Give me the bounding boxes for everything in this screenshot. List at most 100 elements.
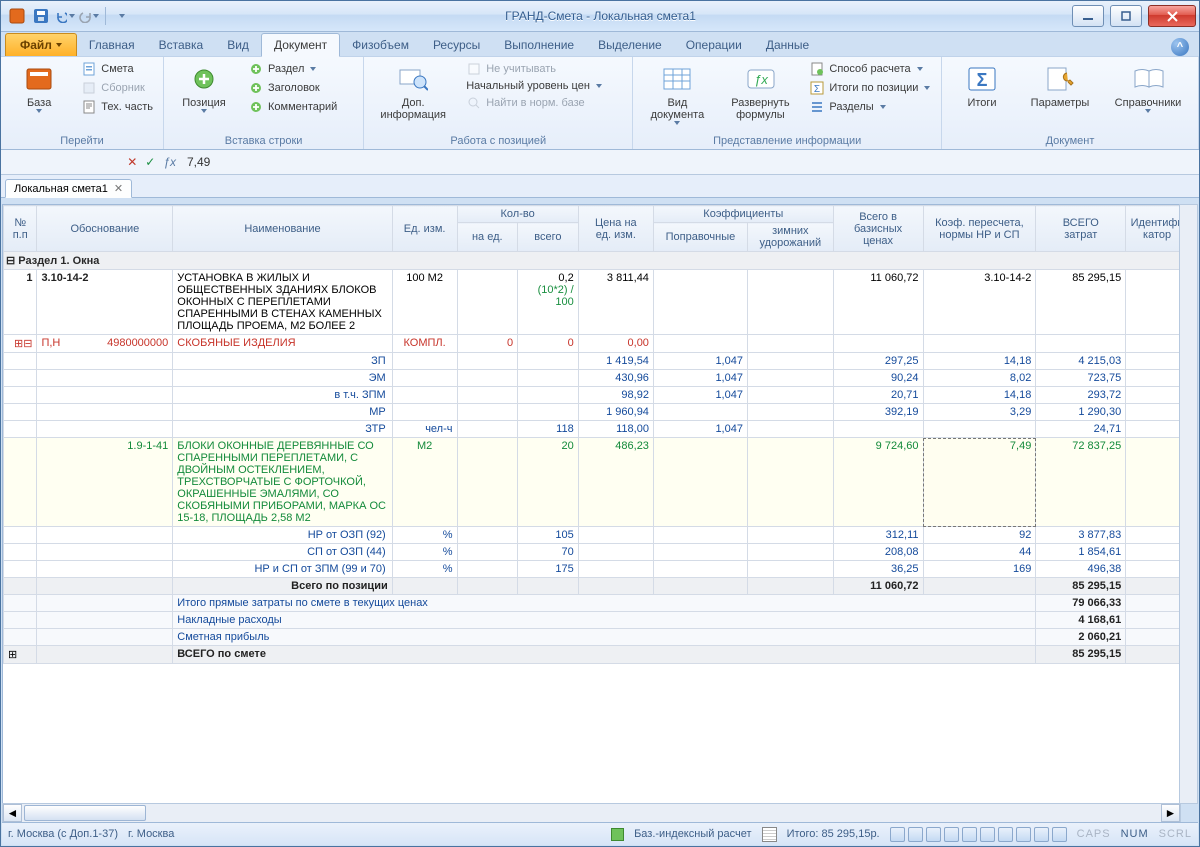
accept-fx-icon[interactable]: ✓ — [145, 155, 155, 169]
calc-mode-label[interactable]: Баз.-индексный расчет — [634, 828, 751, 840]
tab-insert[interactable]: Вставка — [147, 34, 216, 56]
status-icon[interactable] — [1052, 827, 1067, 842]
app-icon[interactable] — [7, 6, 27, 26]
minimize-button[interactable] — [1072, 5, 1104, 27]
plus-icon — [188, 63, 220, 95]
calc-mode-button[interactable]: Способ расчета — [805, 60, 934, 78]
qat-customize-icon[interactable] — [112, 6, 132, 26]
tab-phys[interactable]: Физобъем — [340, 34, 421, 56]
totals-button[interactable]: Σ Итоги — [948, 60, 1016, 112]
formula-input[interactable]: 7,49 — [187, 155, 1191, 169]
wrench-icon — [1044, 63, 1076, 95]
tab-document[interactable]: Документ — [261, 33, 340, 57]
help-icon[interactable]: ^ — [1171, 38, 1189, 56]
percent-row[interactable]: НР от ОЗП (92)%105312,11923 877,83 — [4, 527, 1189, 544]
scroll-left-icon[interactable]: ◄ — [3, 804, 22, 822]
close-button[interactable] — [1148, 5, 1196, 27]
horizontal-scrollbar[interactable]: ◄ ► — [2, 803, 1181, 823]
status-icon[interactable] — [980, 827, 995, 842]
comment-button[interactable]: Комментарий — [244, 98, 341, 116]
sub-row[interactable]: в т.ч. ЗПМ98,921,04720,7114,18293,72 — [4, 387, 1189, 404]
section-row[interactable]: ⊟ Раздел 1. Окна — [4, 252, 1189, 270]
position-total-row[interactable]: Всего по позиции11 060,7285 295,15 — [4, 578, 1189, 595]
dopinfo-button[interactable]: Доп. информация — [370, 60, 456, 124]
tab-progress[interactable]: Выполнение — [492, 34, 586, 56]
grand-total-row[interactable]: ⊞ВСЕГО по смете85 295,15 — [4, 646, 1189, 664]
redo-icon[interactable] — [79, 6, 99, 26]
expand-formulas-button[interactable]: ƒx Развернуть формулы — [721, 60, 799, 124]
price-level-label: Начальный уровень цен — [466, 80, 590, 92]
col-basis[interactable]: Обоснование — [37, 206, 173, 252]
price-level-button[interactable]: Начальный уровень цен — [462, 79, 606, 93]
resource-row[interactable]: 1.9-1-41 БЛОКИ ОКОННЫЕ ДЕРЕВЯННЫЕ СО СПА… — [4, 438, 1189, 527]
params-button[interactable]: Параметры — [1022, 60, 1098, 112]
col-qty-total[interactable]: всего — [518, 223, 579, 252]
summary-row[interactable]: Накладные расходы4 168,61 — [4, 612, 1189, 629]
plus-small-icon — [248, 99, 264, 115]
percent-row[interactable]: НР и СП от ЗПМ (99 и 70)%17536,25169496,… — [4, 561, 1189, 578]
file-tab[interactable]: Файл — [5, 33, 77, 56]
status-icon[interactable] — [908, 827, 923, 842]
tab-main[interactable]: Главная — [77, 34, 147, 56]
tab-operations[interactable]: Операции — [674, 34, 754, 56]
selected-cell[interactable]: 7,49 — [923, 438, 1036, 527]
tab-selection[interactable]: Выделение — [586, 34, 674, 56]
cancel-fx-icon[interactable]: ✕ — [127, 155, 137, 169]
summary-row[interactable]: Итого прямые затраты по смете в текущих … — [4, 595, 1189, 612]
header-button[interactable]: Заголовок — [244, 79, 341, 97]
col-qty[interactable]: Кол-во — [457, 206, 578, 223]
tab-view[interactable]: Вид — [215, 34, 261, 56]
maximize-button[interactable] — [1110, 5, 1142, 27]
region-1[interactable]: г. Москва (с Доп.1-37) — [8, 828, 118, 840]
refs-button[interactable]: Справочники — [1104, 60, 1192, 116]
calc-mode-label: Способ расчета — [829, 63, 910, 75]
col-price[interactable]: Цена на ед. изм. — [578, 206, 653, 252]
region-2[interactable]: г. Москва — [128, 828, 174, 840]
vertical-scrollbar[interactable] — [1179, 204, 1198, 804]
col-recalc[interactable]: Коэф. пересчета, нормы НР и СП — [923, 206, 1036, 252]
summary-row[interactable]: Сметная прибыль2 060,21 — [4, 629, 1189, 646]
col-name[interactable]: Наименование — [173, 206, 392, 252]
view-doc-button[interactable]: Вид документа — [639, 60, 715, 128]
tab-data[interactable]: Данные — [754, 34, 821, 56]
col-coeff-corr[interactable]: Поправочные — [653, 223, 747, 252]
grid[interactable]: № п.п Обоснование Наименование Ед. изм. … — [2, 204, 1198, 804]
status-icon[interactable] — [890, 827, 905, 842]
scroll-right-icon[interactable]: ► — [1161, 804, 1180, 822]
sub-row[interactable]: ЭМ430,961,04790,248,02723,75 — [4, 370, 1189, 387]
sub-row[interactable]: ЗТРчел-ч118118,001,04724,71 — [4, 421, 1189, 438]
group-go-title: Перейти — [7, 132, 157, 147]
col-coeff[interactable]: Коэффициенты — [653, 206, 833, 223]
section-button[interactable]: Раздел — [244, 60, 341, 78]
percent-row[interactable]: СП от ОЗП (44)%70208,08441 854,61 — [4, 544, 1189, 561]
tech-button[interactable]: Тех. часть — [77, 98, 157, 116]
scroll-thumb[interactable] — [24, 805, 146, 821]
sub-row[interactable]: МР1 960,94392,193,291 290,30 — [4, 404, 1189, 421]
save-icon[interactable] — [31, 6, 51, 26]
sub-row[interactable]: ЗП1 419,541,047297,2514,184 215,03 — [4, 353, 1189, 370]
col-coeff-winter[interactable]: зимних удорожаний — [747, 223, 833, 252]
close-tab-icon[interactable]: ✕ — [114, 182, 123, 195]
status-icon[interactable] — [1034, 827, 1049, 842]
status-icon[interactable] — [944, 827, 959, 842]
group-work-title: Работа с позицией — [370, 132, 626, 147]
col-total-base[interactable]: Всего в базисных ценах — [833, 206, 923, 252]
tab-resources[interactable]: Ресурсы — [421, 34, 492, 56]
position-button[interactable]: Позиция — [170, 60, 238, 116]
base-button[interactable]: База — [7, 60, 71, 116]
pos-totals-button[interactable]: ΣИтоги по позиции — [805, 79, 934, 97]
status-icon[interactable] — [1016, 827, 1031, 842]
sections-button[interactable]: Разделы — [805, 98, 934, 116]
status-icon[interactable] — [962, 827, 977, 842]
col-num[interactable]: № п.п — [4, 206, 37, 252]
col-qty-per[interactable]: на ед. — [457, 223, 518, 252]
sheet-tab[interactable]: Локальная смета1 ✕ — [5, 179, 132, 198]
position-row[interactable]: 1 3.10-14-2 УСТАНОВКА В ЖИЛЫХ И ОБЩЕСТВЕ… — [4, 270, 1189, 335]
status-icon[interactable] — [926, 827, 941, 842]
status-icon[interactable] — [998, 827, 1013, 842]
pn-row[interactable]: ⊞⊟ П,Н 4980000000 СКОБЯНЫЕ ИЗДЕЛИЯ КОМПЛ… — [4, 335, 1189, 353]
undo-icon[interactable] — [55, 6, 75, 26]
smeta-button[interactable]: Смета — [77, 60, 157, 78]
col-total[interactable]: ВСЕГО затрат — [1036, 206, 1126, 252]
col-unit[interactable]: Ед. изм. — [392, 206, 457, 252]
